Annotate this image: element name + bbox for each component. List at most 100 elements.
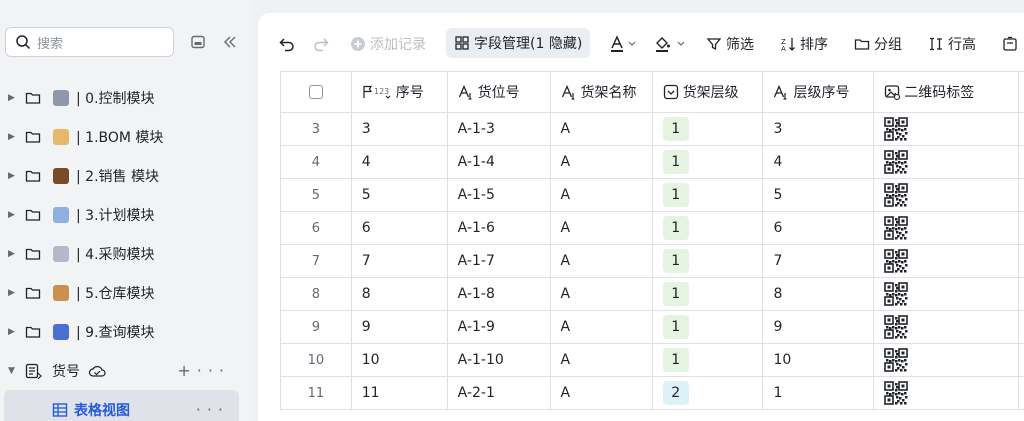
cell-location[interactable]: A-1-4 (446, 145, 551, 179)
cell-shelf-name[interactable]: A (549, 244, 653, 278)
sidebar-item-module[interactable]: ▶ | 9.查询模块 (0, 312, 252, 351)
row-index[interactable]: 11 (280, 376, 352, 410)
table-row[interactable]: 6 6 A-1-6 A 1 6 (280, 211, 1024, 245)
sidebar-item-module[interactable]: ▶ | 0.控制模块 (0, 78, 252, 117)
cell-location[interactable]: A-1-9 (446, 310, 551, 344)
sidebar-item-module[interactable]: ▶ | 3.计划模块 (0, 195, 252, 234)
cell-shelf-name[interactable]: A (549, 211, 653, 245)
cell-qr-label[interactable] (873, 244, 1019, 278)
cell-seq[interactable]: 9 (350, 310, 448, 344)
panel-toggle-icon[interactable] (188, 32, 208, 52)
cell-shelf-level[interactable]: 1 (651, 244, 764, 278)
table-row[interactable]: 7 7 A-1-7 A 1 7 (280, 244, 1024, 278)
cell-qr-label[interactable] (873, 376, 1019, 410)
cell-seq[interactable]: 4 (350, 145, 448, 179)
qr-code-image[interactable] (884, 216, 909, 240)
column-header-location[interactable]: 货位号 (446, 71, 551, 113)
cell-level-seq[interactable]: 4 (762, 145, 875, 179)
row-height-button[interactable]: 行高 (928, 31, 976, 57)
table-row[interactable]: 3 3 A-1-3 A 1 3 (280, 112, 1024, 146)
qr-code-image[interactable] (884, 150, 909, 174)
table-row[interactable]: 11 11 A-2-1 A 2 1 (280, 376, 1024, 410)
cell-location[interactable]: A-1-8 (446, 277, 551, 311)
more-icon[interactable]: ··· (197, 361, 230, 380)
row-index[interactable]: 8 (280, 277, 352, 311)
cell-shelf-level[interactable]: 1 (651, 178, 764, 212)
cell-shelf-name[interactable]: A (549, 112, 653, 146)
cell-level-seq[interactable]: 8 (762, 277, 875, 311)
cell-seq[interactable]: 8 (350, 277, 448, 311)
cell-shelf-level[interactable]: 1 (651, 211, 764, 245)
cell-location[interactable]: A-1-3 (446, 112, 551, 146)
cell-qr-label[interactable] (873, 112, 1019, 146)
column-header-seq[interactable]: 123 序号 (350, 71, 448, 113)
expand-arrow-icon[interactable]: ▶ (8, 249, 15, 259)
table-row[interactable]: 8 8 A-1-8 A 1 8 (280, 277, 1024, 311)
add-icon[interactable]: + (177, 361, 196, 380)
more-toolbar-icon[interactable] (1002, 31, 1022, 57)
column-header-shelf-level[interactable]: 货架层级 (651, 71, 764, 113)
expand-arrow-icon[interactable]: ▶ (8, 327, 15, 337)
table-row[interactable]: 4 4 A-1-4 A 1 4 (280, 145, 1024, 179)
expand-arrow-icon[interactable]: ▶ (8, 210, 15, 220)
cell-shelf-level[interactable]: 1 (651, 343, 764, 377)
cell-shelf-name[interactable]: A (549, 310, 653, 344)
cell-seq[interactable]: 5 (350, 178, 448, 212)
cell-qr-label[interactable] (873, 178, 1019, 212)
cell-location[interactable]: A-1-7 (446, 244, 551, 278)
cell-location[interactable]: A-1-6 (446, 211, 551, 245)
cell-location[interactable]: A-1-10 (446, 343, 551, 377)
filter-button[interactable]: 筛选 (706, 31, 754, 57)
cell-level-seq[interactable]: 6 (762, 211, 875, 245)
cell-shelf-level[interactable]: 1 (651, 310, 764, 344)
sidebar-item-table[interactable]: ▼ 货号 +··· (0, 351, 252, 390)
cell-seq[interactable]: 11 (350, 376, 448, 410)
cell-shelf-name[interactable]: A (549, 277, 653, 311)
column-header-qr-label[interactable]: 二维码标签 (873, 71, 1019, 113)
sort-button[interactable]: ZA 排序 (780, 31, 828, 57)
cell-qr-label[interactable] (873, 277, 1019, 311)
expand-arrow-icon[interactable]: ▶ (8, 171, 15, 181)
row-index[interactable]: 4 (280, 145, 352, 179)
cell-qr-label[interactable] (873, 211, 1019, 245)
cell-shelf-name[interactable]: A (549, 145, 653, 179)
cell-seq[interactable]: 3 (350, 112, 448, 146)
field-manage-button[interactable]: 字段管理(1 隐藏) (446, 28, 591, 58)
expand-arrow-icon[interactable]: ▶ (8, 93, 15, 103)
search-input[interactable]: 搜索 (5, 27, 174, 57)
cell-shelf-name[interactable]: A (549, 343, 653, 377)
cell-shelf-name[interactable]: A (549, 376, 653, 410)
cell-shelf-level[interactable]: 2 (651, 376, 764, 410)
collapse-arrow-icon[interactable]: ▼ (8, 366, 15, 376)
cell-qr-label[interactable] (873, 343, 1019, 377)
cell-shelf-name[interactable]: A (549, 178, 653, 212)
cell-location[interactable]: A-1-5 (446, 178, 551, 212)
cell-location[interactable]: A-2-1 (446, 376, 551, 410)
cell-seq[interactable]: 7 (350, 244, 448, 278)
text-color-button[interactable] (609, 31, 643, 57)
collapse-sidebar-icon[interactable] (220, 32, 240, 52)
group-button[interactable]: 分组 (854, 31, 902, 57)
cell-seq[interactable]: 10 (350, 343, 448, 377)
qr-code-image[interactable] (884, 381, 909, 405)
table-row[interactable]: 10 10 A-1-10 A 1 10 (280, 343, 1024, 377)
qr-code-image[interactable] (884, 117, 909, 141)
qr-code-image[interactable] (884, 183, 909, 207)
cell-level-seq[interactable]: 9 (762, 310, 875, 344)
row-index[interactable]: 5 (280, 178, 352, 212)
qr-code-image[interactable] (884, 282, 909, 306)
table-row[interactable]: 5 5 A-1-5 A 1 5 (280, 178, 1024, 212)
cell-shelf-level[interactable]: 1 (651, 277, 764, 311)
qr-code-image[interactable] (884, 249, 909, 273)
column-header-level-seq[interactable]: 层级序号 (762, 71, 875, 113)
row-index[interactable]: 10 (280, 343, 352, 377)
row-index[interactable]: 3 (280, 112, 352, 146)
table-row[interactable]: 9 9 A-1-9 A 1 9 (280, 310, 1024, 344)
cell-level-seq[interactable]: 10 (762, 343, 875, 377)
qr-code-image[interactable] (884, 315, 909, 339)
more-icon[interactable]: ··· (196, 400, 229, 419)
table-node-actions[interactable]: +··· (177, 361, 230, 380)
cell-level-seq[interactable]: 7 (762, 244, 875, 278)
expand-arrow-icon[interactable]: ▶ (8, 132, 15, 142)
row-index[interactable]: 9 (280, 310, 352, 344)
